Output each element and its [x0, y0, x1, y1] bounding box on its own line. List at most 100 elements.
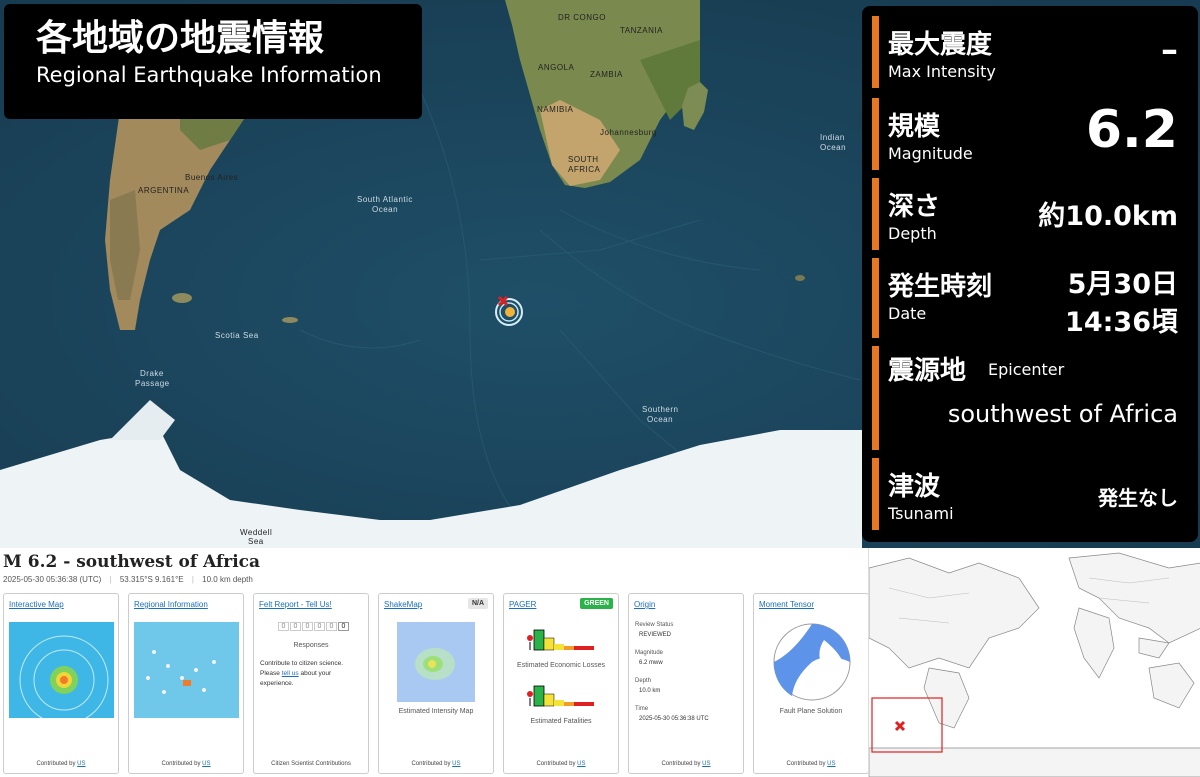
pager-footer: Contributed by US: [536, 761, 586, 767]
usgs-event-summary: M 6.2 - southwest of Africa 2025-05-30 0…: [0, 548, 869, 777]
us-link[interactable]: US: [702, 761, 710, 767]
max-intensity-label-jp: 最大震度: [888, 30, 993, 60]
shakemap-card[interactable]: ShakeMap N/A Estimated Intensity Map Con…: [378, 593, 494, 774]
magnitude-row: 規模 Magnitude 6.2: [872, 98, 1190, 170]
magnitude-value: 6.2: [1085, 100, 1178, 160]
counter-digit: 0: [290, 622, 301, 631]
epicenter-value: southwest of Africa: [947, 400, 1178, 428]
felt-text-3: experience.: [260, 680, 294, 687]
counter-digit: 0: [314, 622, 325, 631]
date-label-jp: 発生時刻: [888, 272, 993, 302]
event-time: 2025-05-30 05:36:38 (UTC): [3, 575, 102, 584]
interactive-map-footer: Contributed by US: [36, 761, 86, 767]
svg-text:Southern: Southern: [642, 405, 678, 414]
svg-text:Drake: Drake: [140, 369, 164, 378]
pager-economic-caption: Estimated Economic Losses: [517, 662, 605, 669]
shakemap-badge: N/A: [467, 598, 488, 609]
felt-report-card[interactable]: Felt Report - Tell Us! 0 0 0 0 0 0 Respo…: [253, 593, 369, 774]
depth-value: 約10.0km: [1038, 201, 1178, 232]
moment-tensor-caption: Fault Plane Solution: [779, 708, 843, 715]
world-outline-map: [868, 548, 1200, 777]
svg-text:Johannesburg: Johannesburg: [600, 128, 657, 137]
svg-text:Passage: Passage: [135, 379, 170, 388]
us-link[interactable]: US: [452, 761, 460, 767]
felt-report-link[interactable]: Felt Report - Tell Us!: [259, 600, 332, 609]
svg-text:Indian: Indian: [820, 133, 845, 142]
event-title: M 6.2 - southwest of Africa: [3, 552, 261, 572]
origin-time: Time 2025-05-30 05:36:38 UTC: [635, 706, 709, 722]
accent-bar: [872, 458, 879, 530]
svg-text:NAMIBIA: NAMIBIA: [537, 105, 574, 114]
svg-text:Ocean: Ocean: [372, 205, 398, 214]
shakemap-link[interactable]: ShakeMap: [384, 600, 422, 609]
shakemap-footer: Contributed by US: [411, 761, 461, 767]
us-link[interactable]: US: [577, 761, 585, 767]
svg-text:SOUTH: SOUTH: [568, 155, 599, 164]
regional-info-footer: Contributed by US: [161, 761, 211, 767]
fatalities-histogram: [527, 685, 594, 707]
responses-label: Responses: [293, 642, 329, 649]
origin-link[interactable]: Origin: [634, 600, 655, 609]
response-counter: 0 0 0 0 0 0: [278, 622, 349, 631]
max-intensity-row: 最大震度 Max Intensity –: [872, 16, 1190, 88]
counter-digit: 0: [338, 622, 349, 631]
pager-card[interactable]: PAGER GREEN Estimated Economic Losses Es…: [503, 593, 619, 774]
event-depth: 10.0 km depth: [202, 575, 253, 584]
title-japanese: 各地域の地震情報: [36, 18, 325, 59]
svg-text:Weddell: Weddell: [240, 528, 272, 537]
origin-magnitude: Magnitude 6.2 mww: [635, 650, 664, 666]
origin-review-status: Review Status REVIEWED: [635, 622, 674, 638]
depth-row: 深さ Depth 約10.0km: [872, 178, 1190, 250]
svg-text:Scotia Sea: Scotia Sea: [215, 331, 259, 340]
date-value-time: 14:36頃: [1065, 307, 1178, 338]
us-link[interactable]: US: [77, 761, 85, 767]
accent-bar: [872, 346, 879, 450]
tsunami-label-jp: 津波: [888, 472, 941, 502]
magnitude-label-en: Magnitude: [888, 144, 973, 163]
moment-tensor-link[interactable]: Moment Tensor: [759, 600, 814, 609]
svg-text:Buenos Aires: Buenos Aires: [185, 173, 238, 182]
felt-report-footer: Citizen Scientist Contributions: [271, 761, 351, 767]
accent-bar: [872, 178, 879, 250]
origin-depth: Depth 10.0 km: [635, 678, 661, 694]
date-row: 発生時刻 Date 5月30日 14:36頃: [872, 258, 1190, 338]
svg-text:ARGENTINA: ARGENTINA: [138, 186, 189, 195]
us-link[interactable]: US: [827, 761, 835, 767]
svg-text:DR CONGO: DR CONGO: [558, 13, 606, 22]
interactive-map-link[interactable]: Interactive Map: [9, 600, 64, 609]
origin-card[interactable]: Origin Review Status REVIEWED Magnitude 6.…: [628, 593, 744, 774]
regional-info-thumbnail[interactable]: [134, 622, 239, 718]
info-panel: 最大震度 Max Intensity – 規模 Magnitude 6.2 深さ…: [862, 6, 1198, 542]
regional-info-card[interactable]: Regional Information Contributed by US: [128, 593, 244, 774]
epicenter-label-en: Epicenter: [988, 360, 1065, 379]
pager-alert-badge: GREEN: [580, 598, 613, 609]
economic-loss-histogram: [527, 629, 594, 651]
moment-tensor-footer: Contributed by US: [786, 761, 836, 767]
moment-tensor-card[interactable]: Moment Tensor Fault Plane Solution Contr…: [753, 593, 869, 774]
pager-link[interactable]: PAGER: [509, 600, 536, 609]
event-meta: 2025-05-30 05:36:38 (UTC) | 53.315°S 9.1…: [3, 575, 253, 584]
epicenter-row: 震源地 Epicenter southwest of Africa: [872, 346, 1190, 450]
svg-text:AFRICA: AFRICA: [568, 165, 601, 174]
date-value-day: 5月30日: [1067, 269, 1178, 300]
felt-text-2: Please tell us about your: [260, 670, 332, 677]
epicenter-label-jp: 震源地: [888, 356, 967, 386]
title-box: 各地域の地震情報 Regional Earthquake Information: [4, 4, 422, 119]
us-link[interactable]: US: [202, 761, 210, 767]
accent-bar: [872, 98, 879, 170]
depth-label-en: Depth: [888, 224, 937, 243]
interactive-map-thumbnail[interactable]: [9, 622, 114, 718]
shakemap-thumbnail[interactable]: [397, 622, 475, 702]
svg-text:ANGOLA: ANGOLA: [538, 63, 575, 72]
felt-text-1: Contribute to citizen science.: [260, 660, 344, 667]
tsunami-value: 発生なし: [1098, 486, 1178, 510]
accent-bar: [872, 16, 879, 88]
accent-bar: [872, 258, 879, 338]
regional-info-link[interactable]: Regional Information: [134, 600, 208, 609]
interactive-map-card[interactable]: Interactive Map Contributed by US: [3, 593, 119, 774]
svg-text:Sea: Sea: [248, 537, 264, 546]
tell-us-link[interactable]: tell us: [282, 670, 299, 677]
counter-digit: 0: [278, 622, 289, 631]
event-location: 53.315°S 9.161°E: [119, 575, 184, 584]
beachball-diagram: [773, 623, 851, 701]
